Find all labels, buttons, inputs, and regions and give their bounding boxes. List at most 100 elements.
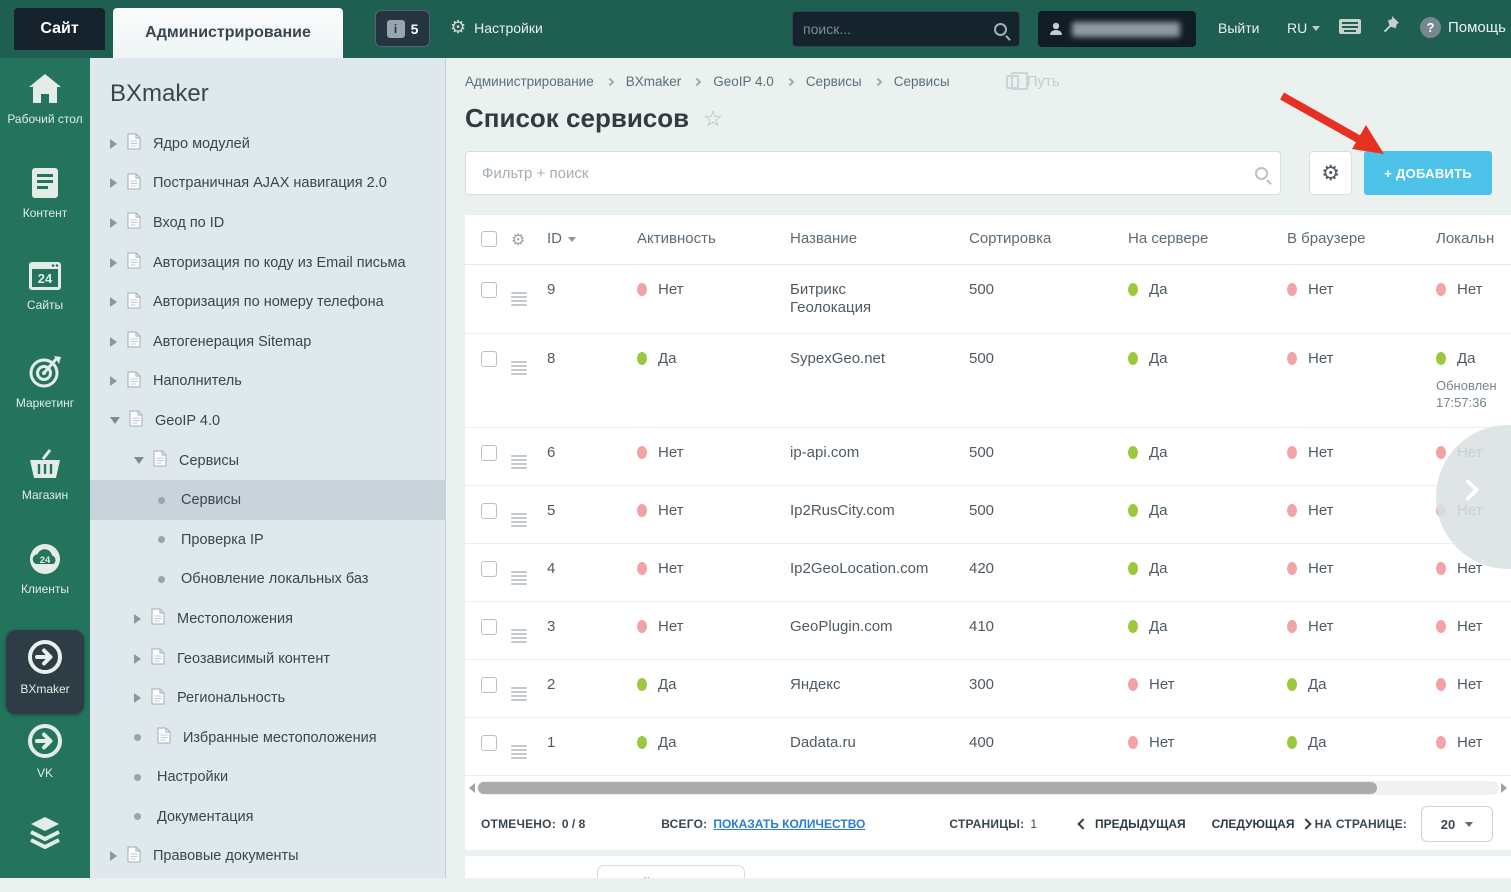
scroll-left-arrow[interactable]	[469, 783, 475, 793]
topbar-settings-button[interactable]: Настройки	[450, 17, 543, 38]
drag-handle-icon[interactable]	[511, 571, 527, 585]
expand-arrow-icon[interactable]	[134, 654, 141, 664]
show-count-link[interactable]: ПОКАЗАТЬ КОЛИЧЕСТВО	[713, 817, 865, 831]
rail-item-marketing[interactable]: Маркетинг	[6, 354, 84, 430]
header-settings[interactable]	[511, 215, 547, 264]
rail-item-vk[interactable]: VK	[6, 722, 84, 798]
cell-browser: Нет	[1287, 602, 1436, 652]
scroll-right-arrow[interactable]	[1501, 783, 1507, 793]
help-button[interactable]: Помощь	[1420, 17, 1506, 38]
row-checkbox[interactable]	[481, 735, 497, 751]
menu-item[interactable]: Региональность	[90, 678, 445, 718]
expand-arrow-icon[interactable]	[110, 139, 117, 149]
menu-item[interactable]: Автогенерация Sitemap	[90, 322, 445, 362]
hotkeys-icon[interactable]	[1338, 17, 1362, 42]
menu-item[interactable]: Документация	[90, 797, 445, 837]
tab-administration[interactable]: Администрирование	[113, 8, 343, 58]
breadcrumb-item[interactable]: Сервисы	[806, 74, 862, 89]
actions-dropdown[interactable]: - ДЕЙСТВИЯ -	[597, 865, 745, 878]
breadcrumb-item[interactable]: Сервисы	[894, 74, 950, 89]
menu-item[interactable]: Ядро модулей	[90, 124, 445, 164]
expand-arrow-icon[interactable]	[110, 218, 117, 228]
row-checkbox[interactable]	[481, 445, 497, 461]
collapse-arrow-icon[interactable]	[134, 457, 144, 464]
tab-site[interactable]: Сайт	[14, 8, 105, 50]
breadcrumb-item[interactable]: Администрирование	[465, 74, 594, 89]
expand-arrow-icon[interactable]	[110, 851, 117, 861]
row-checkbox[interactable]	[481, 351, 497, 367]
pin-icon[interactable]	[1381, 14, 1401, 43]
scrollbar-thumb[interactable]	[478, 782, 1377, 794]
rail-item-bxmaker[interactable]: BXmaker	[6, 630, 84, 714]
menu-item[interactable]: Сервисы	[90, 480, 445, 520]
search-icon[interactable]	[994, 23, 1007, 36]
drag-handle-icon[interactable]	[511, 687, 527, 701]
row-checkbox[interactable]	[481, 677, 497, 693]
logout-link[interactable]: Выйти	[1218, 20, 1259, 36]
menu-item[interactable]: Геозависимый контент	[90, 639, 445, 679]
drag-handle-icon[interactable]	[511, 361, 527, 375]
per-page-select[interactable]: 20	[1421, 806, 1493, 842]
expand-arrow-icon[interactable]	[110, 258, 117, 268]
column-header-browser[interactable]: В браузере	[1287, 215, 1436, 261]
column-header-sort[interactable]: Сортировка	[969, 215, 1128, 261]
menu-item[interactable]: Обновление локальных баз	[90, 560, 445, 600]
menu-item[interactable]: Местоположения	[90, 599, 445, 639]
row-checkbox[interactable]	[481, 619, 497, 635]
row-checkbox[interactable]	[481, 561, 497, 577]
rail-item-layers[interactable]	[6, 816, 84, 892]
menu-item[interactable]: Сервисы	[90, 441, 445, 481]
breadcrumb-item[interactable]: BXmaker	[626, 74, 682, 89]
menu-item[interactable]: Авторизация по номеру телефона	[90, 282, 445, 322]
menu-item[interactable]: Избранные местоположения	[90, 718, 445, 758]
rail-item-desktop[interactable]: Рабочий стол	[6, 72, 84, 148]
row-checkbox[interactable]	[481, 503, 497, 519]
breadcrumb-item[interactable]: GeoIP 4.0	[713, 74, 774, 89]
rail-item-sites[interactable]: 24 Сайты	[6, 260, 84, 336]
user-menu[interactable]	[1038, 11, 1196, 47]
expand-arrow-icon[interactable]	[110, 297, 117, 307]
menu-item[interactable]: Наполнитель	[90, 362, 445, 402]
rail-item-shop[interactable]: Магазин	[6, 448, 84, 524]
topbar-search-input[interactable]	[793, 21, 994, 37]
prev-page-button[interactable]: ПРЕДЫДУЩАЯ	[1079, 817, 1186, 831]
filter-search-input[interactable]	[466, 165, 1255, 182]
favorite-star-icon[interactable]	[703, 106, 723, 132]
column-header-local[interactable]: Локальн	[1436, 215, 1511, 261]
drag-handle-icon[interactable]	[511, 292, 527, 306]
rail-item-content[interactable]: Контент	[6, 166, 84, 242]
expand-arrow-icon[interactable]	[110, 376, 117, 386]
expand-arrow-icon[interactable]	[134, 614, 141, 624]
add-button[interactable]: + ДОБАВИТЬ	[1364, 151, 1492, 195]
drag-handle-icon[interactable]	[511, 513, 527, 527]
scrollbar-track[interactable]	[477, 781, 1499, 795]
rail-item-clients[interactable]: 24 Клиенты	[6, 542, 84, 618]
menu-item[interactable]: Постраничная AJAX навигация 2.0	[90, 164, 445, 204]
column-header-id[interactable]: ID	[547, 215, 637, 261]
drag-handle-icon[interactable]	[511, 629, 527, 643]
menu-item[interactable]: Вход по ID	[90, 203, 445, 243]
collapse-arrow-icon[interactable]	[110, 417, 120, 424]
menu-item[interactable]: GeoIP 4.0	[90, 401, 445, 441]
column-header-server[interactable]: На сервере	[1128, 215, 1287, 261]
svg-text:24: 24	[40, 555, 51, 566]
next-page-button[interactable]: СЛЕДУЮЩАЯ	[1212, 817, 1311, 831]
select-all-checkbox[interactable]	[481, 231, 497, 247]
search-icon[interactable]	[1255, 167, 1268, 180]
menu-item[interactable]: Проверка IP	[90, 520, 445, 560]
language-selector[interactable]: RU	[1287, 20, 1320, 36]
menu-item[interactable]: Настройки	[90, 758, 445, 798]
grid-settings-button[interactable]	[1309, 151, 1352, 195]
drag-handle-icon[interactable]	[511, 745, 527, 759]
expand-arrow-icon[interactable]	[134, 693, 141, 703]
column-header-active[interactable]: Активность	[637, 215, 790, 261]
copy-path-button[interactable]: Путь	[1006, 73, 1060, 90]
menu-item[interactable]: Правовые документы	[90, 837, 445, 877]
row-checkbox[interactable]	[481, 282, 497, 298]
menu-item[interactable]: Авторизация по коду из Email письма	[90, 243, 445, 283]
expand-arrow-icon[interactable]	[110, 178, 117, 188]
expand-arrow-icon[interactable]	[110, 337, 117, 347]
column-header-name[interactable]: Название	[790, 215, 969, 261]
drag-handle-icon[interactable]	[511, 455, 527, 469]
notifications-badge[interactable]: 5	[375, 10, 430, 47]
